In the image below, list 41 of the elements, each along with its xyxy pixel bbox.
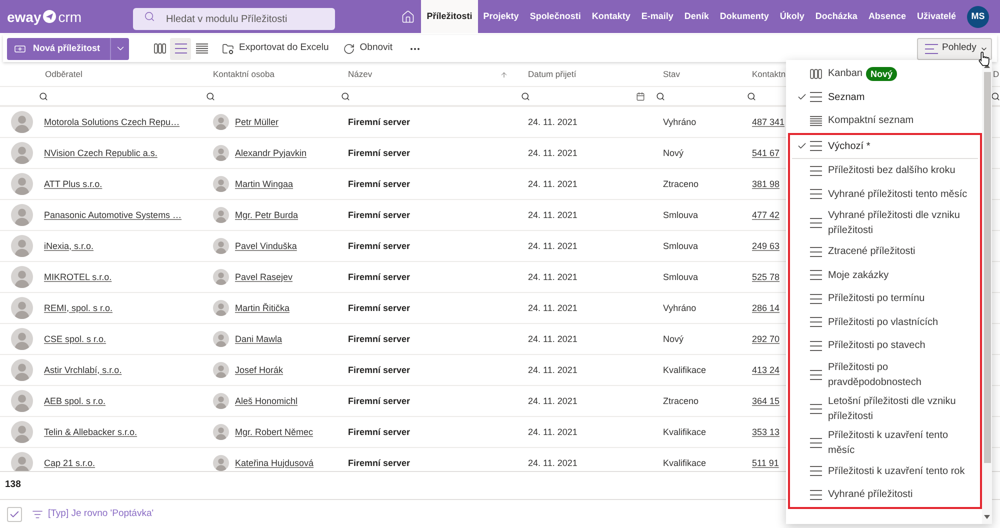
received-date: 24. 11. 2021 [528, 272, 578, 282]
status-text: Smlouva [663, 240, 698, 252]
status-text: Nový [663, 334, 684, 344]
brand-name: eway [7, 8, 42, 24]
received-date: 24. 11. 2021 [528, 116, 578, 128]
opportunity-name: Firemní server [348, 272, 410, 282]
filter-condition: [Typ] Je rovno 'Poptávka' [48, 506, 154, 521]
opportunity-name: Firemní server [348, 334, 410, 344]
status-text: Smlouva [663, 210, 698, 220]
new-badge: Nový [866, 66, 896, 81]
opportunity-name: Firemní server [348, 364, 410, 376]
product-name: crm [58, 8, 82, 24]
status-text: Kvalifikace [663, 458, 706, 468]
opportunity-name: Firemní server [348, 210, 410, 220]
received-date: 24. 11. 2021 [528, 302, 578, 314]
status-text: Vyhráno [663, 116, 696, 128]
opportunity-name: Firemní server [348, 458, 410, 468]
status-text: Vyhráno [663, 302, 696, 314]
status-text: Kvalifikace [663, 426, 706, 438]
opportunity-name: Firemní server [348, 302, 410, 314]
received-date: 24. 11. 2021 [528, 426, 578, 438]
opportunity-name: Firemní server [348, 148, 410, 158]
record-count: 138 [5, 478, 21, 492]
status-text: Nový [663, 148, 684, 158]
received-date: 24. 11. 2021 [528, 334, 578, 344]
received-date: 24. 11. 2021 [528, 240, 578, 252]
opportunity-name: Firemní server [348, 116, 410, 128]
opportunity-name: Firemní server [348, 240, 410, 252]
opportunity-name: Firemní server [348, 396, 410, 406]
status-text: Smlouva [663, 272, 698, 282]
opportunity-name: Firemní server [348, 426, 410, 438]
status-text: Ztraceno [663, 178, 699, 190]
received-date: 24. 11. 2021 [528, 364, 578, 376]
received-date: 24. 11. 2021 [528, 396, 578, 406]
opportunity-name: Firemní server [348, 178, 410, 190]
received-date: 24. 11. 2021 [528, 148, 578, 158]
status-text: Kvalifikace [663, 364, 706, 376]
status-text: Ztraceno [663, 396, 699, 406]
received-date: 24. 11. 2021 [528, 210, 578, 220]
received-date: 24. 11. 2021 [528, 178, 578, 190]
received-date: 24. 11. 2021 [528, 458, 578, 468]
